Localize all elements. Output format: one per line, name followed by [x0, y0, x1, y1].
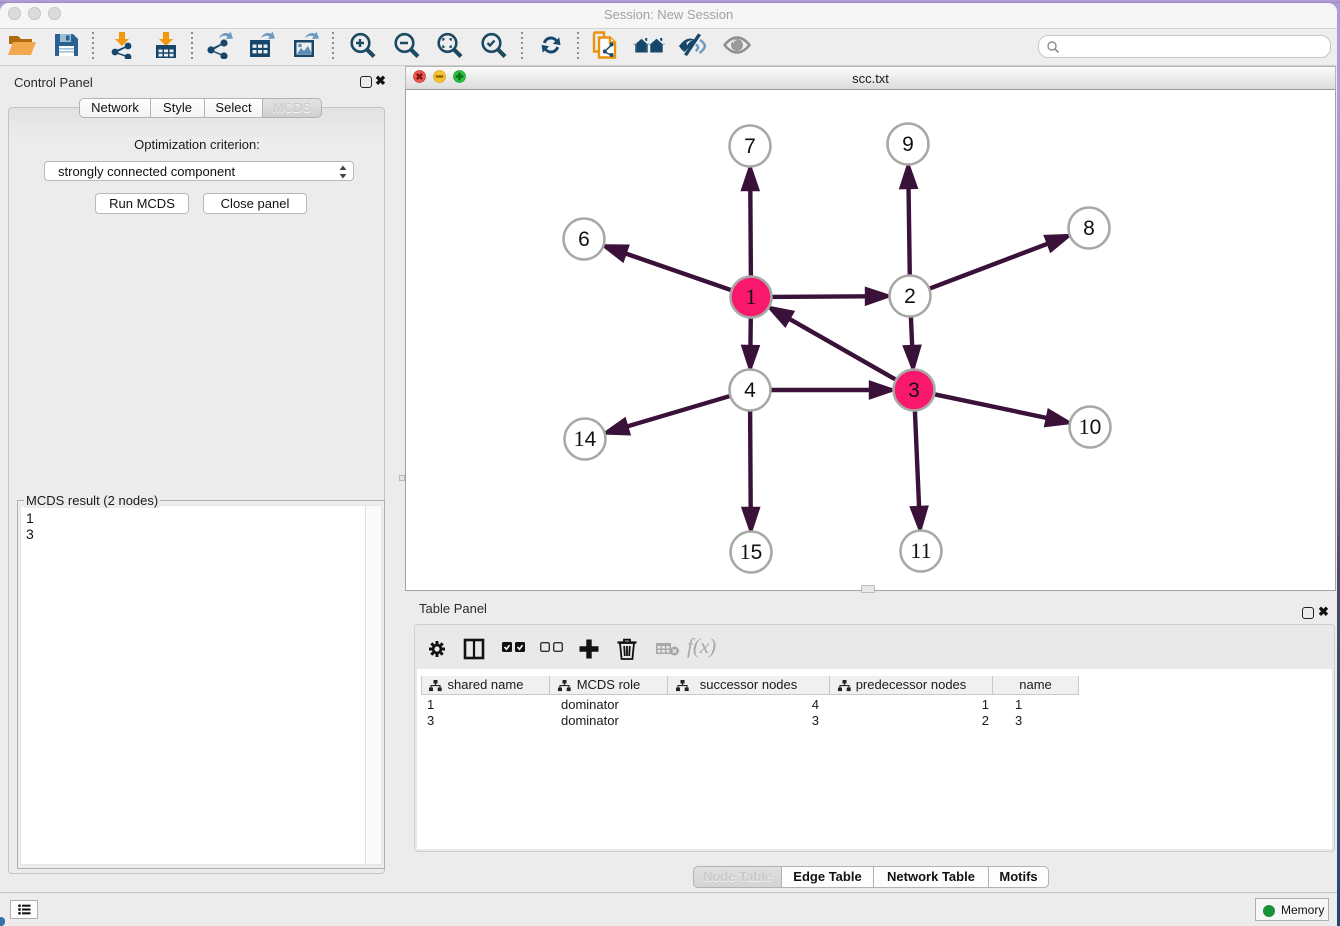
- svg-text:3: 3: [908, 379, 920, 402]
- svg-text:10: 10: [1079, 414, 1102, 439]
- svg-text:4: 4: [744, 379, 756, 402]
- svg-text:1: 1: [746, 284, 757, 309]
- svg-text:7: 7: [744, 135, 756, 158]
- svg-text:14: 14: [574, 426, 597, 451]
- svg-text:8: 8: [1083, 217, 1095, 240]
- svg-text:9: 9: [902, 133, 914, 156]
- svg-text:6: 6: [578, 228, 590, 251]
- svg-text:15: 15: [740, 539, 763, 564]
- svg-text:11: 11: [910, 538, 931, 563]
- svg-text:2: 2: [904, 285, 916, 308]
